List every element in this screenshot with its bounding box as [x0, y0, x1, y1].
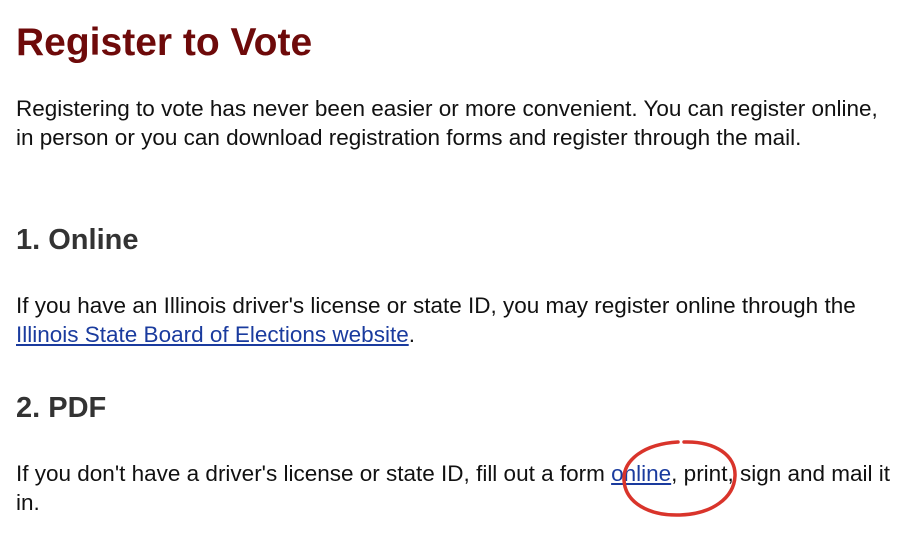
- pdf-paragraph: If you don't have a driver's license or …: [16, 460, 891, 517]
- page-title: Register to Vote: [16, 21, 313, 64]
- pdf-text-before: If you don't have a driver's license or …: [16, 461, 612, 486]
- online-paragraph: If you have an Illinois driver's license…: [16, 292, 886, 349]
- section-heading-pdf: 2. PDF: [16, 392, 107, 424]
- online-text-after: .: [408, 321, 415, 347]
- intro-paragraph: Registering to vote has never been easie…: [16, 96, 878, 150]
- section-heading-online: 1. Online: [16, 224, 139, 256]
- state-board-elections-link[interactable]: Illinois State Board of Elections websit…: [16, 322, 409, 347]
- online-text-before: If you have an Illinois driver's license…: [16, 293, 856, 318]
- online-form-link[interactable]: online: [611, 461, 671, 486]
